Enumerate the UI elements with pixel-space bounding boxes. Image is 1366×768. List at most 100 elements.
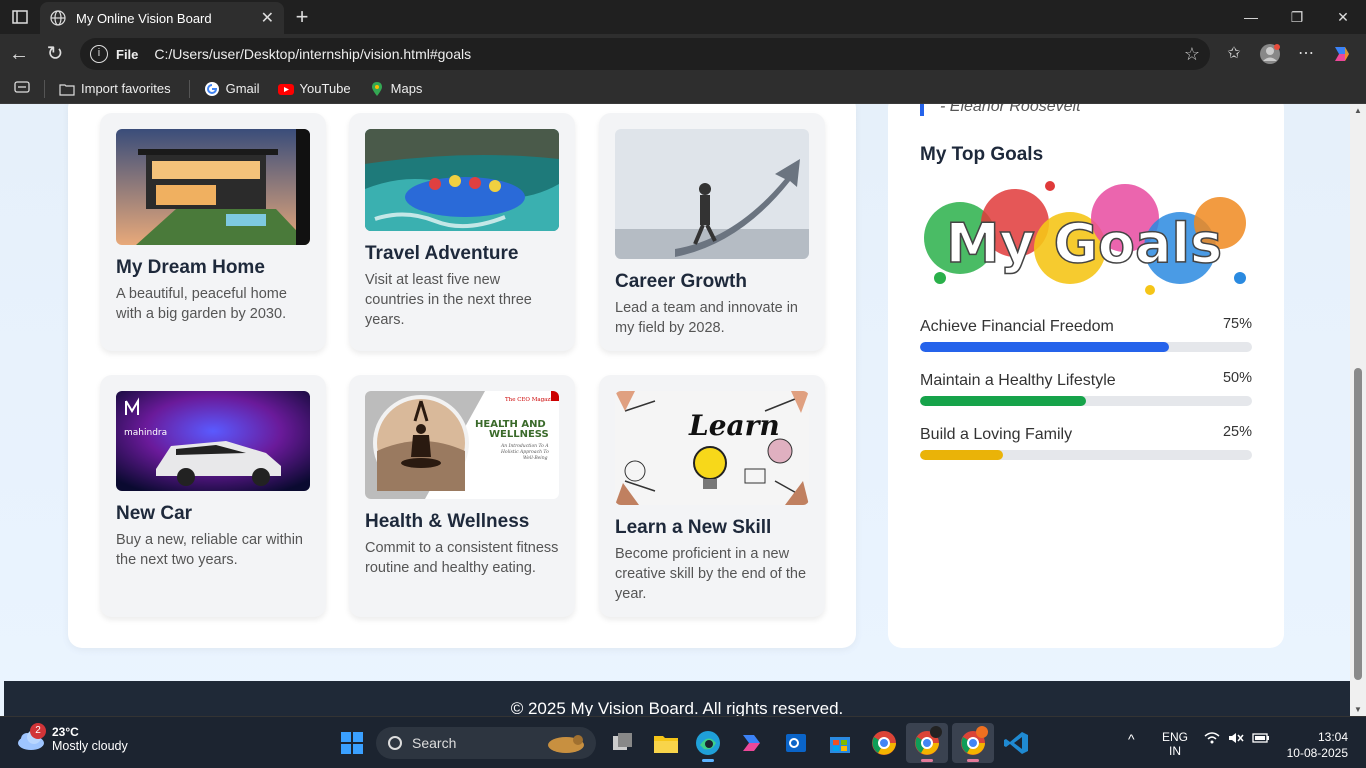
favorite-star-icon[interactable]: ☆ <box>1184 44 1200 65</box>
learn-skill-image: Learn <box>615 391 809 505</box>
vision-card: Career Growth Lead a team and innovate i… <box>599 113 825 351</box>
card-title: Career Growth <box>615 271 747 292</box>
chrome-profile-icon-2[interactable] <box>952 723 994 763</box>
goal-progress-fill <box>920 342 1169 352</box>
refresh-button[interactable]: ↻ <box>42 42 68 66</box>
edge-browser-icon[interactable] <box>694 729 722 762</box>
maximize-button[interactable]: ❐ <box>1274 0 1320 34</box>
goal-progress-track <box>920 342 1252 352</box>
system-clock[interactable]: 13:04 10-08-2025 <box>1287 729 1348 761</box>
weather-condition: Mostly cloudy <box>52 739 128 753</box>
vision-card: My Dream Home A beautiful, peaceful home… <box>100 113 326 351</box>
scroll-up-arrow-icon[interactable]: ▲ <box>1354 106 1362 115</box>
tab-actions-icon[interactable] <box>8 6 32 28</box>
task-view-icon[interactable] <box>608 729 636 757</box>
tab-title: My Online Vision Board <box>76 10 212 26</box>
url-text: C:/Users/user/Desktop/internship/vision.… <box>154 46 472 62</box>
page-scrollbar[interactable]: ▲ ▼ <box>1350 104 1366 716</box>
health-subtext-3: Well-Being <box>523 455 548 461</box>
favorite-label: Import favorites <box>81 81 171 96</box>
card-title: Health & Wellness <box>365 511 530 532</box>
card-description: Lead a team and innovate in my field by … <box>615 300 798 336</box>
favorites-bar: Import favorites Gmail YouTube Maps <box>0 74 1366 104</box>
health-subtext-2: Holistic Approach To <box>500 449 549 455</box>
favorite-label: Gmail <box>225 81 260 96</box>
volume-muted-icon[interactable] <box>1228 731 1244 748</box>
windows-start-icon[interactable] <box>338 729 366 757</box>
show-hidden-icons-icon[interactable]: ^ <box>1128 731 1135 747</box>
maps-pin-icon <box>371 81 382 96</box>
card-description: Buy a new, reliable car within the next … <box>116 532 303 568</box>
battery-icon[interactable] <box>1252 731 1270 748</box>
goal-label: Build a Loving Family <box>920 426 1073 443</box>
dream-home-image <box>116 129 310 245</box>
close-tab-icon[interactable]: ✕ <box>261 8 274 28</box>
minimize-button[interactable]: — <box>1228 0 1274 34</box>
new-car-image: mahindra <box>116 391 310 491</box>
favorite-label: YouTube <box>299 81 351 96</box>
clock-time: 13:04 <box>1317 730 1348 744</box>
goal-percent: 50% <box>1222 370 1252 386</box>
file-explorer-icon[interactable] <box>652 729 680 757</box>
goal-percent: 75% <box>1222 316 1252 332</box>
info-icon[interactable]: i <box>90 45 108 63</box>
vscode-icon[interactable] <box>1002 729 1030 757</box>
magazine-brand-text: The CEO Magazine <box>505 397 559 403</box>
language-label: ENG <box>1162 730 1189 744</box>
card-title: Travel Adventure <box>365 243 519 264</box>
footer-copyright: © 2025 My Vision Board. All rights reser… <box>510 699 844 716</box>
vision-card: Travel Adventure Visit at least five new… <box>349 113 575 351</box>
weather-temp: 23°C <box>52 725 79 739</box>
language-indicator[interactable]: ENG IN <box>1162 730 1188 758</box>
weather-widget[interactable]: 2 23°C Mostly cloudy <box>16 723 128 753</box>
address-bar[interactable]: i File C:/Users/user/Desktop/internship/… <box>80 38 1210 70</box>
goal-progress-item: Build a Loving Family 25% <box>920 424 1252 460</box>
favorite-gmail[interactable]: Gmail <box>204 81 260 97</box>
chrome-profile-icon[interactable] <box>906 723 948 763</box>
copilot-icon[interactable] <box>1330 43 1354 65</box>
chrome-icon[interactable] <box>870 729 898 757</box>
goal-progress-track <box>920 396 1252 406</box>
google-icon <box>204 81 219 96</box>
quote-accent-bar <box>920 104 924 116</box>
back-button[interactable]: ← <box>6 42 32 66</box>
scroll-down-arrow-icon[interactable]: ▼ <box>1354 705 1362 714</box>
microsoft-store-icon[interactable] <box>826 729 854 757</box>
health-headline-text-2: WELLNESS <box>489 429 549 440</box>
favorite-youtube[interactable]: YouTube <box>277 81 351 97</box>
profile-avatar[interactable] <box>1258 43 1282 65</box>
copilot-app-icon[interactable] <box>738 729 766 757</box>
address-bar-row: ← ↻ i File C:/Users/user/Desktop/interns… <box>0 34 1366 74</box>
favorites-icon[interactable]: ✩ <box>1222 43 1246 65</box>
card-description: Commit to a consistent fitness routine a… <box>365 540 559 576</box>
more-options-icon[interactable]: ⋯ <box>1294 43 1318 65</box>
goal-progress-fill <box>920 396 1086 406</box>
browser-tab[interactable]: My Online Vision Board ✕ <box>40 2 284 34</box>
windows-taskbar: 2 23°C Mostly cloudy Search ^ ENG IN 13:… <box>0 716 1366 768</box>
favorites-divider <box>188 79 190 98</box>
vision-card: The CEO Magazine HEALTH AND WELLNESS An … <box>349 375 575 617</box>
taskbar-search[interactable]: Search <box>376 727 596 759</box>
page-footer: © 2025 My Vision Board. All rights reser… <box>4 681 1350 716</box>
outlook-icon[interactable] <box>782 729 810 757</box>
card-title: New Car <box>116 503 193 524</box>
new-tab-button[interactable]: + <box>290 4 314 30</box>
page-viewport: My Dream Home A beautiful, peaceful home… <box>0 104 1350 716</box>
browser-tab-bar: My Online Vision Board ✕ + — ❐ ✕ <box>0 0 1366 34</box>
tab-menu-icon[interactable] <box>14 81 30 96</box>
search-icon <box>388 736 402 750</box>
travel-adventure-image <box>365 129 559 231</box>
career-growth-image <box>615 129 809 259</box>
vision-card: mahindra New Car Buy a new, reliable car… <box>100 375 326 617</box>
weather-badge: 2 <box>30 723 46 739</box>
region-label: IN <box>1169 744 1181 758</box>
favorite-import[interactable]: Import favorites <box>59 81 171 97</box>
wifi-icon[interactable] <box>1204 731 1220 748</box>
scrollbar-thumb[interactable] <box>1354 368 1362 680</box>
import-folder-icon <box>59 83 75 96</box>
close-window-button[interactable]: ✕ <box>1320 0 1366 34</box>
car-brand-text: mahindra <box>124 428 167 438</box>
favorite-maps[interactable]: Maps <box>369 81 422 97</box>
vision-card: Learn Learn a New Skill Become proficien… <box>599 375 825 617</box>
youtube-icon <box>277 83 294 95</box>
